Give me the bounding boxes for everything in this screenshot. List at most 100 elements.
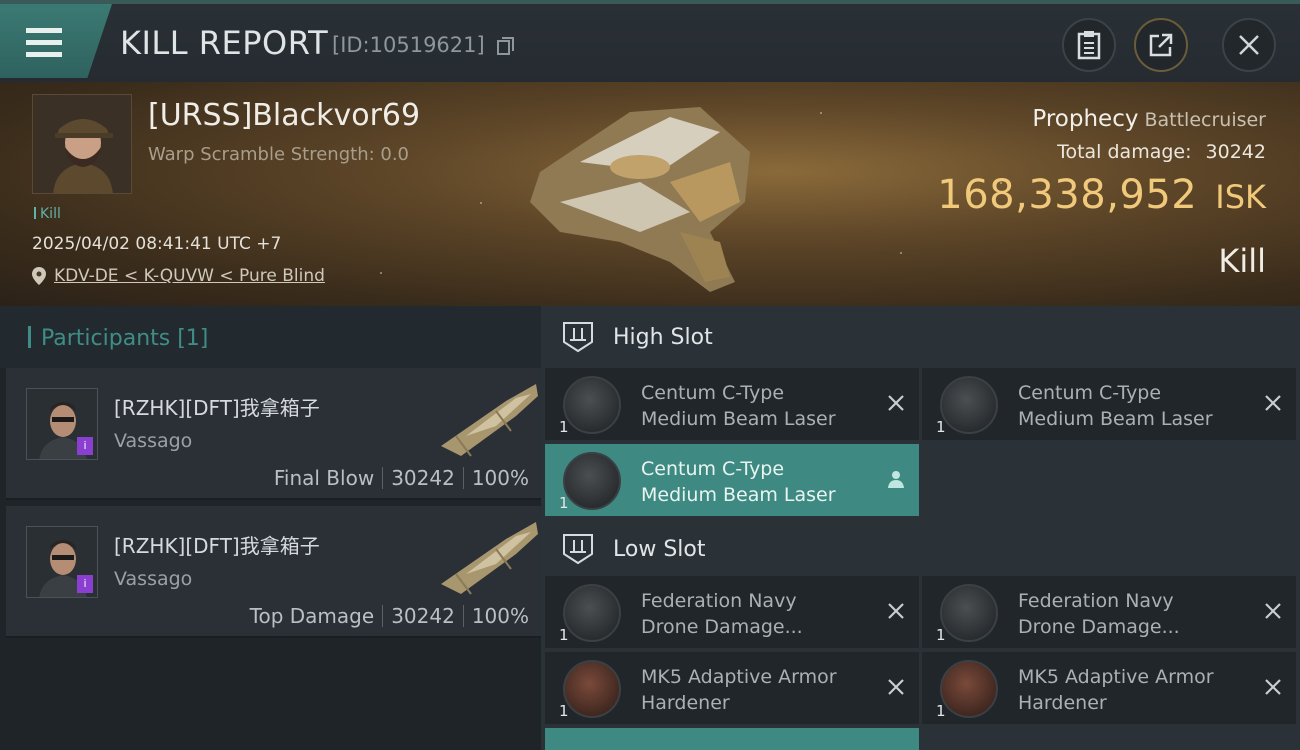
header-bar: KILL REPORT [ID:10519621] — [0, 0, 1300, 82]
participant-ship: Vassago — [114, 568, 193, 590]
module-slot[interactable]: 1 Centum C-Type Medium Beam Laser — [545, 368, 919, 440]
victim-portrait[interactable] — [32, 94, 132, 194]
menu-button[interactable] — [0, 4, 112, 78]
close-icon — [1239, 35, 1259, 55]
drone-damage-amplifier-icon — [940, 584, 998, 642]
high-slot-title: High Slot — [613, 324, 713, 350]
low-slot-icon — [563, 534, 593, 565]
module-quantity: 1 — [559, 418, 569, 436]
victim-ship-image — [530, 107, 750, 292]
clipboard-button[interactable] — [1062, 18, 1116, 72]
destroyed-icon — [1265, 395, 1281, 411]
destroyed-icon — [888, 395, 904, 411]
participant-role: Top Damage — [249, 604, 375, 628]
drone-damage-amplifier-icon — [563, 584, 621, 642]
menu-icon — [26, 28, 62, 58]
module-slot[interactable]: 1 Centum C-Type Medium Beam Laser — [545, 444, 919, 516]
participant-role: Final Blow — [273, 466, 375, 490]
module-slot[interactable]: 1 Federation Navy Drone Damage... — [545, 576, 919, 648]
ship-name: Prophecy — [1032, 106, 1139, 132]
module-name: Centum C-Type Medium Beam Laser — [1018, 382, 1213, 430]
module-name: Centum C-Type Medium Beam Laser — [641, 458, 836, 506]
faction-badge-icon: i — [77, 437, 93, 455]
dropped-person-icon — [888, 471, 904, 488]
total-damage: Total damage: 30242 — [1057, 141, 1266, 163]
fitting-panel: High Slot 1 Centum C-Type Medium Beam Las… — [541, 306, 1300, 750]
share-button[interactable] — [1134, 18, 1188, 72]
participant-ship: Vassago — [114, 430, 193, 452]
participant-damage: 30242 — [391, 604, 455, 628]
participant-row[interactable]: i [RZHK][DFT]我拿箱子 Vassago Final Blow 3024… — [6, 368, 541, 500]
low-slot-header: Low Slot — [541, 518, 1300, 580]
report-id: [ID:10519621] — [332, 33, 485, 57]
beam-laser-icon — [563, 452, 621, 510]
participants-panel: Participants [1] i [RZHK][DFT]我拿箱子 Vassa… — [0, 306, 541, 750]
total-damage-label: Total damage: — [1057, 141, 1192, 163]
participant-name: [RZHK][DFT]我拿箱子 — [114, 534, 320, 558]
isk-value: 168,338,952 — [937, 172, 1198, 218]
faction-badge-icon: i — [77, 575, 93, 593]
armor-hardener-icon — [940, 660, 998, 718]
location-link[interactable]: KDV-DE < K-QUVW < Pure Blind — [54, 266, 325, 286]
participant-percent: 100% — [471, 466, 529, 490]
kill-location[interactable]: KDV-DE < K-QUVW < Pure Blind — [32, 266, 325, 286]
high-slot-icon — [563, 322, 593, 353]
destroyed-icon — [888, 603, 904, 619]
module-slot[interactable]: 1 MK5 Adaptive Armor Hardener — [922, 652, 1296, 724]
participant-avatar[interactable]: i — [26, 526, 98, 598]
module-quantity: 1 — [559, 494, 569, 512]
participant-stats: Top Damage 30242 100% — [250, 604, 529, 628]
module-slot[interactable]: 1 MK5 Adaptive Armor Hardener — [545, 652, 919, 724]
high-slot-header: High Slot — [541, 306, 1300, 368]
header-accent-line — [0, 0, 1300, 4]
total-damage-value: 30242 — [1205, 141, 1266, 163]
module-name: Federation Navy Drone Damage... — [1018, 590, 1180, 638]
participants-title: Participants [1] — [28, 326, 208, 351]
destroyed-icon — [1265, 603, 1281, 619]
participant-damage: 30242 — [391, 466, 455, 490]
beam-laser-icon — [940, 376, 998, 434]
module-quantity: 1 — [936, 626, 946, 644]
share-icon — [1149, 33, 1173, 57]
participant-avatar[interactable]: i — [26, 388, 98, 460]
destroyed-icon — [888, 679, 904, 695]
module-name: MK5 Adaptive Armor Hardener — [641, 666, 837, 714]
participant-ship-icon — [441, 522, 538, 595]
module-slot-partial[interactable] — [545, 728, 919, 750]
kill-result: Kill — [1218, 242, 1266, 280]
beam-laser-icon — [563, 376, 621, 434]
participants-header: Participants [1] — [0, 306, 541, 368]
close-button[interactable] — [1222, 18, 1276, 72]
low-slot-title: Low Slot — [613, 536, 706, 562]
armor-hardener-icon — [563, 660, 621, 718]
copy-icon[interactable] — [497, 36, 515, 56]
module-name: Federation Navy Drone Damage... — [641, 590, 803, 638]
participant-ship-icon — [441, 384, 538, 457]
isk-unit: ISK — [1215, 178, 1266, 216]
module-slot[interactable]: 1 Federation Navy Drone Damage... — [922, 576, 1296, 648]
participant-percent: 100% — [471, 604, 529, 628]
module-quantity: 1 — [936, 418, 946, 436]
ship-type: Prophecy Battlecruiser — [1032, 106, 1266, 132]
pilot-avatar-icon — [33, 95, 131, 193]
participant-name: [RZHK][DFT]我拿箱子 — [114, 396, 320, 420]
kill-datetime: 2025/04/02 08:41:41 UTC +7 — [32, 234, 282, 254]
module-slot[interactable]: 1 Centum C-Type Medium Beam Laser — [922, 368, 1296, 440]
module-quantity: 1 — [559, 626, 569, 644]
isk-value-line: 168,338,952 ISK — [937, 172, 1266, 218]
module-quantity: 1 — [936, 702, 946, 720]
participant-stats: Final Blow 30242 100% — [274, 466, 529, 490]
kill-tag: Kill — [34, 206, 61, 222]
module-quantity: 1 — [559, 702, 569, 720]
warp-scramble-strength: Warp Scramble Strength: 0.0 — [148, 144, 410, 165]
victim-banner: [URSS]Blackvor69 Warp Scramble Strength:… — [0, 82, 1300, 306]
victim-name: [URSS]Blackvor69 — [148, 98, 421, 133]
ship-class: Battlecruiser — [1144, 109, 1266, 131]
participant-row[interactable]: i [RZHK][DFT]我拿箱子 Vassago Top Damage 3024… — [6, 506, 541, 638]
location-pin-icon — [32, 267, 46, 285]
module-name: Centum C-Type Medium Beam Laser — [641, 382, 836, 430]
module-name: MK5 Adaptive Armor Hardener — [1018, 666, 1214, 714]
destroyed-icon — [1265, 679, 1281, 695]
page-title: KILL REPORT — [120, 24, 329, 62]
clipboard-icon — [1077, 31, 1101, 60]
